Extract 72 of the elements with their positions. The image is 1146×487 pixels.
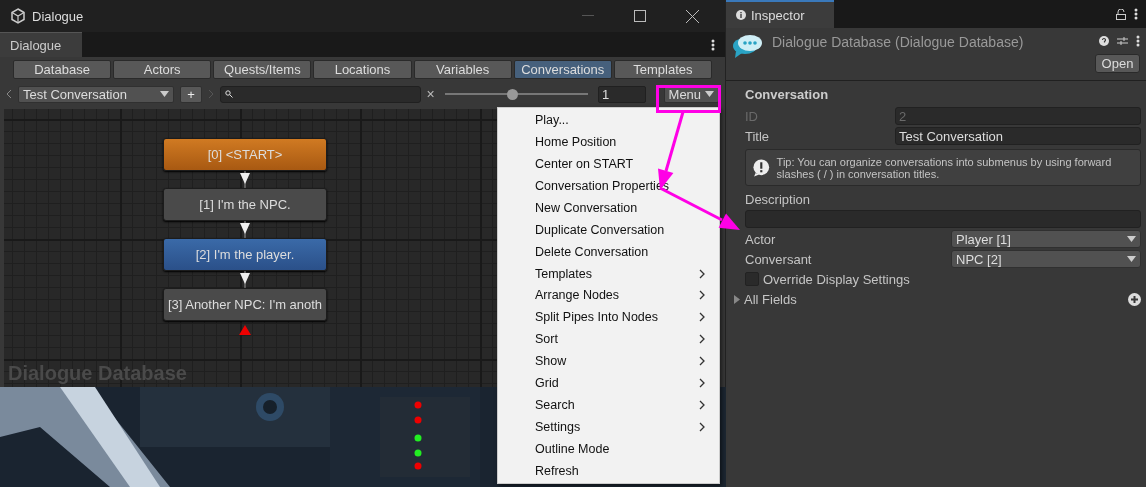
caret-icon	[1127, 256, 1136, 262]
object-title: Dialogue Database (Dialogue Database)	[772, 33, 1025, 52]
tab[interactable]: Quests/Items	[213, 60, 312, 79]
dialogue-node[interactable]: [2] I'm the player.	[163, 238, 327, 271]
unity-cube-icon	[10, 8, 26, 24]
maximize-icon[interactable]	[634, 10, 646, 22]
window-tab[interactable]: Dialogue	[0, 32, 82, 57]
tab[interactable]: Actors	[113, 60, 212, 79]
search-field[interactable]	[219, 85, 421, 103]
section-heading: Conversation	[745, 87, 830, 104]
more-icon[interactable]	[1136, 35, 1140, 47]
menu-item[interactable]: Templates	[498, 262, 719, 285]
checkbox-label: Override Display Settings	[763, 271, 910, 287]
inspector-tab[interactable]: Inspector	[726, 0, 834, 28]
search-icon	[224, 90, 233, 98]
menu-item[interactable]: Settings	[498, 416, 719, 439]
menu-item[interactable]: Refresh	[498, 460, 719, 482]
foldout-label[interactable]: All Fields	[744, 291, 797, 307]
connector-arrow	[238, 271, 252, 288]
menu-item[interactable]: Home Position	[498, 130, 719, 153]
menu-item[interactable]: Center on START	[498, 152, 719, 175]
output-arrow-icon	[239, 325, 251, 335]
clear-button[interactable]: ×	[426, 86, 435, 102]
dialogue-node[interactable]: [1] I'm the NPC.	[163, 188, 327, 221]
menu-item[interactable]: New Conversation	[498, 196, 719, 219]
field-label: Actor	[745, 231, 777, 247]
caret-icon	[1127, 236, 1136, 242]
dropdown[interactable]: Player [1]	[951, 230, 1141, 248]
tab[interactable]: Conversations	[513, 60, 612, 79]
menu-item[interactable]: Delete Conversation	[498, 240, 719, 263]
text-field[interactable]: Test Conversation	[895, 127, 1141, 145]
caret-icon	[705, 91, 714, 97]
sliders-icon[interactable]	[1117, 36, 1128, 46]
menu-item[interactable]: Duplicate Conversation	[498, 218, 719, 241]
info-icon	[736, 10, 746, 20]
tab[interactable]: Variables	[413, 60, 512, 79]
close-icon[interactable]	[685, 9, 699, 23]
collapsed-triangle-icon[interactable]	[733, 294, 741, 304]
add-icon[interactable]	[1128, 292, 1141, 306]
more-icon[interactable]	[1134, 8, 1138, 20]
dropdown[interactable]: NPC [2]	[951, 250, 1141, 268]
dialogue-node[interactable]: [3] Another NPC: I'm anoth	[163, 288, 327, 321]
highlight-frame	[656, 85, 721, 113]
menu-item[interactable]: Show	[498, 350, 719, 373]
window-title: Dialogue	[32, 8, 85, 24]
tab[interactable]: Locations	[313, 60, 412, 79]
open-button[interactable]: Open	[1095, 54, 1140, 73]
menu-item[interactable]: Split Pipes Into Nodes	[498, 306, 719, 329]
slider-thumb[interactable]	[507, 88, 519, 100]
tab[interactable]: Database	[13, 60, 112, 79]
zoom-field[interactable]: 1	[598, 85, 646, 103]
menu-item[interactable]: Play...	[498, 109, 719, 131]
menu-item[interactable]: Grid	[498, 372, 719, 395]
menu-item[interactable]: Arrange Nodes	[498, 284, 719, 307]
more-icon[interactable]	[711, 39, 715, 51]
tab[interactable]: Templates	[613, 60, 712, 79]
lock-icon[interactable]	[1116, 8, 1126, 20]
field-label: Conversant	[745, 251, 813, 267]
connector-arrow	[238, 221, 252, 238]
menu-item[interactable]: Sort	[498, 328, 719, 351]
field-label: Description	[745, 191, 812, 207]
menu-item[interactable]: Outline Mode	[498, 438, 719, 460]
add-button[interactable]: +	[180, 85, 202, 103]
chat-bubbles-icon	[732, 32, 764, 59]
connector-arrow	[238, 171, 252, 188]
tab-label: Inspector	[751, 7, 805, 23]
caret-icon	[160, 91, 170, 97]
field-label: Title	[745, 128, 771, 144]
conversation-dropdown[interactable]: Test Conversation	[17, 85, 175, 103]
menu-item[interactable]: Search	[498, 394, 719, 417]
tip-text: Tip: You can organize conversations into submenus by using forward slashes ( / ) in conversation titles.	[776, 155, 1113, 180]
help-icon[interactable]	[1099, 36, 1109, 46]
